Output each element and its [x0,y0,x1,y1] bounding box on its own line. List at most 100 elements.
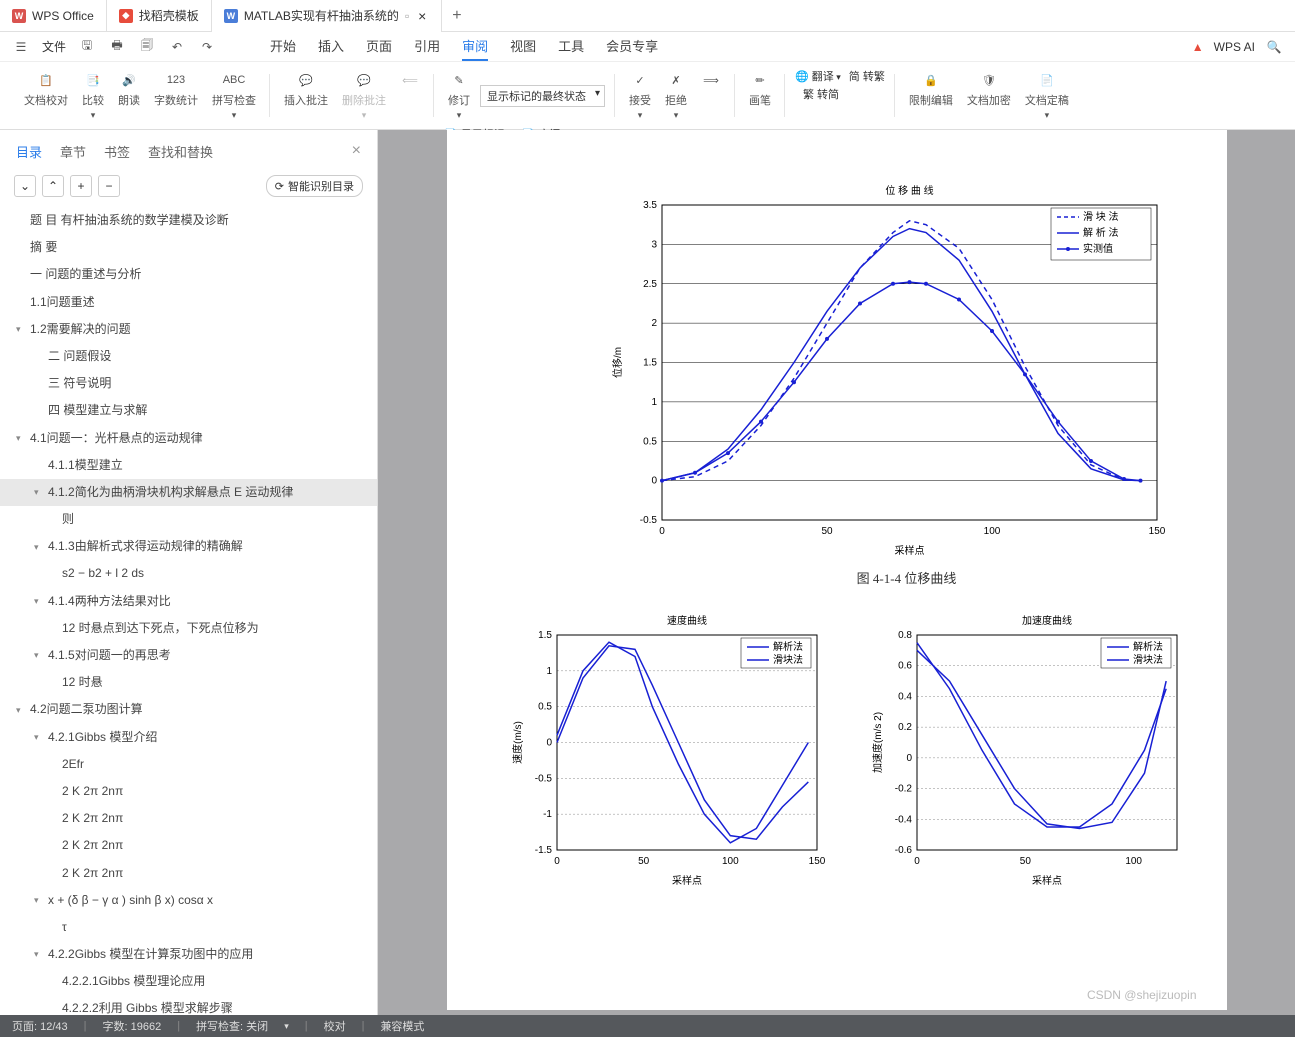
toc-collapse-button[interactable]: ⌃ [42,175,64,197]
toc-item[interactable]: 2 K 2π 2nπ [0,832,377,859]
chevron-down-icon[interactable]: ▾ [34,730,46,744]
insert-comment-button[interactable]: 💬插入批注 [280,68,332,123]
toc-item[interactable]: 2 K 2π 2nπ [0,805,377,832]
toc-item[interactable]: ▾4.1.4两种方法结果对比 [0,588,377,615]
app-tab-template[interactable]: ◆ 找稻壳模板 [107,0,212,32]
chevron-down-icon[interactable]: ▾ [16,431,28,445]
toc-item[interactable]: ▾4.2.2Gibbs 模型在计算泵功图中的应用 [0,941,377,968]
prev-comment-button[interactable]: ⟸ [396,68,424,123]
toc-item[interactable]: 则 [0,506,377,533]
toc-item[interactable]: ▾4.1.2简化为曲柄滑块机构求解悬点 E 运动规律 [0,479,377,506]
translate-button[interactable]: 🌐 翻译 [795,68,841,84]
chevron-down-icon[interactable]: ▾ [34,540,46,554]
toc-item[interactable]: ▾4.2.1Gibbs 模型介绍 [0,724,377,751]
document-viewport[interactable]: 位 移 曲 线-0.500.511.522.533.5050100150采样点位… [378,130,1295,1015]
chevron-down-icon[interactable]: ▾ [34,485,46,499]
chevron-down-icon[interactable]: ▾ [16,703,28,717]
status-spell[interactable]: 拼写检查: 关闭 [196,1018,268,1034]
chevron-down-icon[interactable]: ▾ [34,893,46,907]
toc-item[interactable]: 三 符号说明 [0,370,377,397]
trad-to-simp-button[interactable]: 繁 转简 [803,86,839,102]
simp-to-trad-button[interactable]: 简 转繁 [849,68,885,84]
wps-ai-label[interactable]: WPS AI [1214,40,1255,54]
toc-item[interactable]: s2 − b2 + l 2 ds [0,560,377,587]
accept-button[interactable]: ✓接受 [625,68,655,123]
doc-proof-button[interactable]: 📋文档校对 [20,68,72,123]
toc-item[interactable]: τ [0,914,377,941]
next-change-button[interactable]: ⟹ [697,68,725,123]
toc-item[interactable]: 1.1问题重述 [0,289,377,316]
status-compat[interactable]: 兼容模式 [380,1018,424,1034]
ai-toc-button[interactable]: ⟳智能识别目录 [266,175,363,197]
toc-item[interactable]: ▾1.2需要解决的问题 [0,316,377,343]
toc-item[interactable]: 4.2.2.1Gibbs 模型理论应用 [0,968,377,995]
chevron-down-icon[interactable]: ▾ [16,322,28,336]
tab-review[interactable]: 审阅 [462,32,488,61]
redo-icon[interactable]: ↷ [198,38,216,56]
toc-item[interactable]: 二 问题假设 [0,343,377,370]
track-changes-button[interactable]: ✎修订 [444,68,474,123]
undo-icon[interactable]: ↶ [168,38,186,56]
delete-comment-button[interactable]: 💬删除批注 [338,68,390,123]
tab-tools[interactable]: 工具 [558,32,584,61]
toc-add-button[interactable]: + [70,175,92,197]
pen-button[interactable]: ✏画笔 [745,68,775,110]
toc-item[interactable]: 2 K 2π 2nπ [0,860,377,887]
tab-reference[interactable]: 引用 [414,32,440,61]
sidebar-tab-chapter[interactable]: 章节 [60,142,86,161]
chevron-down-icon[interactable]: ▾ [34,947,46,961]
status-page[interactable]: 页面: 12/43 [12,1018,68,1034]
app-tab-document[interactable]: W MATLAB实现有杆抽油系统的 ▫ × [212,0,442,32]
save-icon[interactable]: 🖫 [78,38,96,56]
toc-item[interactable]: ▾4.1.3由解析式求得运动规律的精确解 [0,533,377,560]
toc-item[interactable]: 2Efr [0,751,377,778]
toc-item[interactable]: ▾4.2问题二泵功图计算 [0,696,377,723]
chevron-down-icon[interactable]: ▾ [34,594,46,608]
toc-item[interactable]: 4.2.2.2利用 Gibbs 模型求解步骤 [0,995,377,1015]
toc-list[interactable]: 题 目 有杆抽油系统的数学建模及诊断摘 要一 问题的重述与分析1.1问题重述▾1… [0,203,377,1015]
print-icon[interactable]: 🖶 [108,38,126,56]
compare-button[interactable]: 📑比较 [78,68,108,123]
sidebar-tab-bookmark[interactable]: 书签 [104,142,130,161]
toc-item[interactable]: 12 时悬 [0,669,377,696]
tab-view[interactable]: 视图 [510,32,536,61]
toc-item-label: x + (δ β − γ α ) sinh β x) cosα x [48,891,213,910]
sidebar-tab-toc[interactable]: 目录 [16,142,42,161]
toc-expand-button[interactable]: ⌄ [14,175,36,197]
encrypt-button[interactable]: 🛡文档加密 [963,68,1015,123]
close-icon[interactable]: × [415,9,429,23]
sidebar-close-icon[interactable]: × [352,142,361,161]
word-count-button[interactable]: 123字数统计 [150,68,202,123]
status-proof[interactable]: 校对 [324,1018,346,1034]
toc-item[interactable]: 四 模型建立与求解 [0,397,377,424]
display-markup-select[interactable]: 显示标记的最终状态 [480,85,605,107]
toc-item[interactable]: 摘 要 [0,234,377,261]
toc-item[interactable]: 12 时悬点到达下死点，下死点位移为 [0,615,377,642]
tab-insert[interactable]: 插入 [318,32,344,61]
preview-icon[interactable]: 🗐 [138,38,156,56]
hamburger-icon[interactable]: ☰ [12,38,30,56]
spell-check-button[interactable]: ABC拼写检查 [208,68,260,123]
toc-item[interactable]: 题 目 有杆抽油系统的数学建模及诊断 [0,207,377,234]
add-tab-button[interactable]: + [442,7,471,25]
toc-item[interactable]: 一 问题的重述与分析 [0,261,377,288]
reject-button[interactable]: ✗拒绝 [661,68,691,123]
tab-page[interactable]: 页面 [366,32,392,61]
restrict-edit-button[interactable]: 🔒限制编辑 [905,68,957,123]
search-icon[interactable]: 🔍 [1265,38,1283,56]
tab-start[interactable]: 开始 [270,32,296,61]
finalize-button[interactable]: 📄文档定稿 [1021,68,1073,123]
app-tab-wps[interactable]: W WPS Office [0,0,107,32]
toc-item[interactable]: ▾4.1.5对问题一的再思考 [0,642,377,669]
read-aloud-button[interactable]: 🔊朗读 [114,68,144,123]
toc-item[interactable]: ▾4.1问题一：光杆悬点的运动规律 [0,425,377,452]
file-menu-label[interactable]: 文件 [42,38,66,55]
chevron-down-icon[interactable]: ▾ [34,648,46,662]
toc-item[interactable]: 2 K 2π 2nπ [0,778,377,805]
sidebar-tab-find[interactable]: 查找和替换 [148,142,213,161]
toc-item[interactable]: ▾x + (δ β − γ α ) sinh β x) cosα x [0,887,377,914]
tab-member[interactable]: 会员专享 [606,32,658,61]
toc-item[interactable]: 4.1.1模型建立 [0,452,377,479]
toc-remove-button[interactable]: − [98,175,120,197]
status-words[interactable]: 字数: 19662 [103,1018,162,1034]
